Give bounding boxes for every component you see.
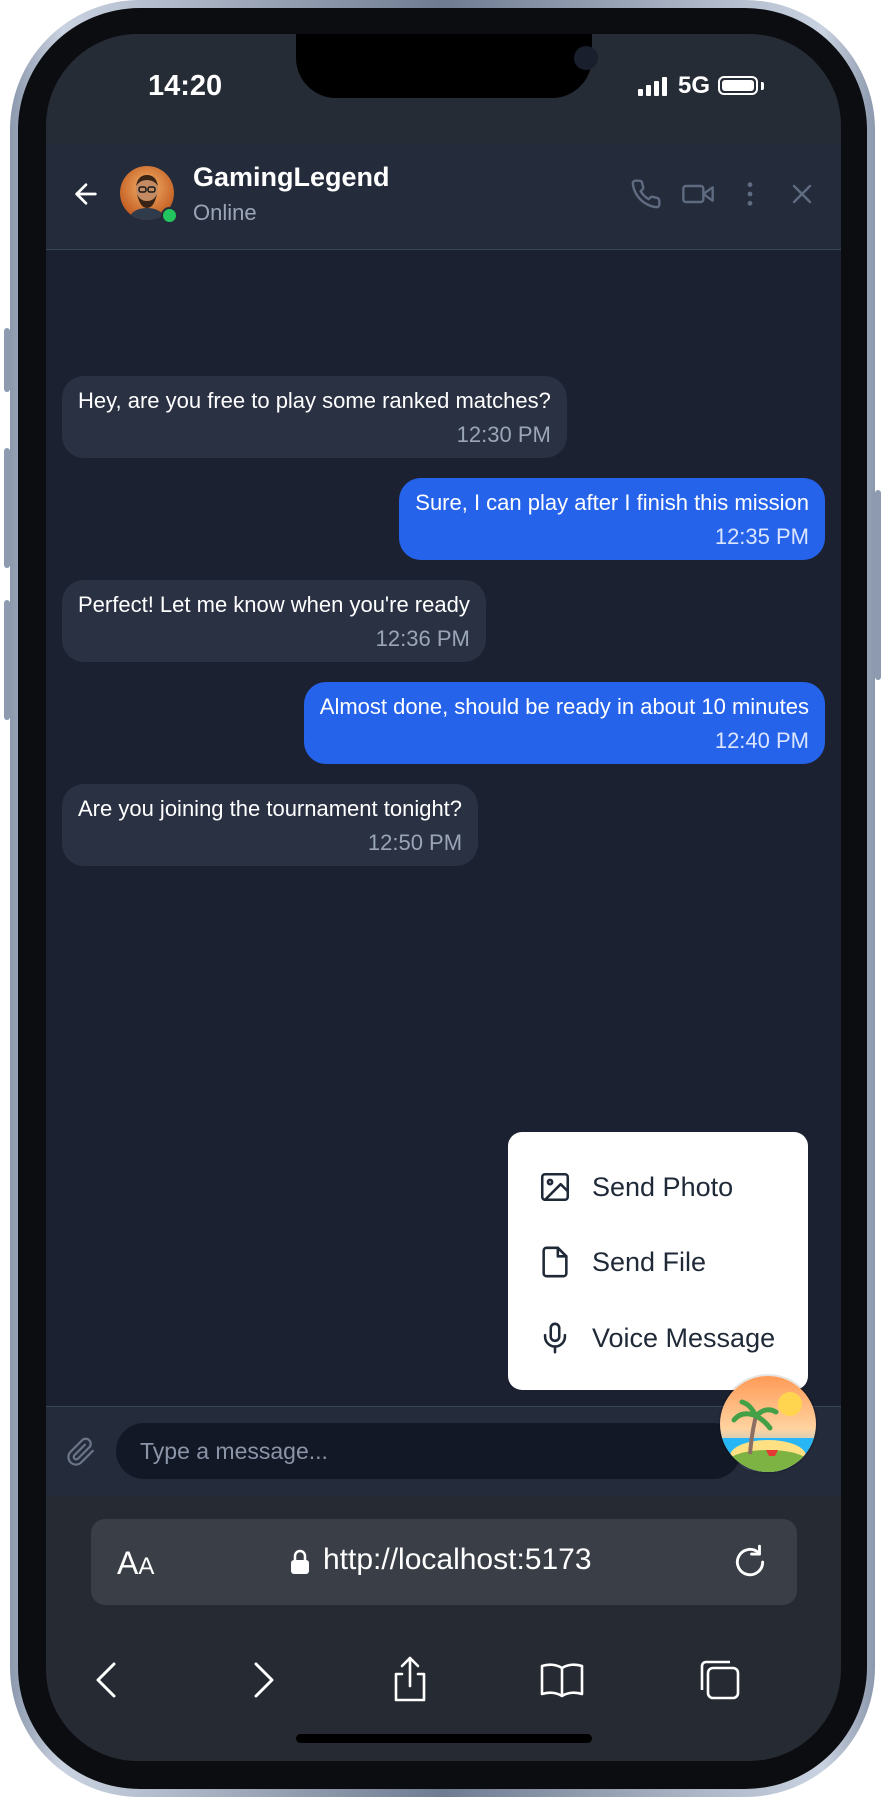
attachment-menu: Send Photo Send File Voice Message bbox=[508, 1132, 808, 1390]
side-button-power bbox=[875, 490, 881, 680]
phone-icon[interactable] bbox=[630, 178, 662, 210]
browser-forward-icon[interactable] bbox=[238, 1656, 286, 1704]
island-emoji-icon bbox=[720, 1376, 816, 1472]
status-time: 14:20 bbox=[148, 70, 223, 102]
contact-status: Online bbox=[193, 200, 257, 225]
message-text: Sure, I can play after I finish this mis… bbox=[415, 490, 809, 515]
menu-item-label: Send Photo bbox=[592, 1171, 734, 1202]
lock-icon bbox=[291, 1549, 309, 1574]
message-bubble-incoming: Hey, are you free to play some ranked ma… bbox=[62, 376, 567, 458]
battery-tip bbox=[761, 82, 764, 90]
message-time: 12:36 PM bbox=[375, 626, 470, 651]
signal-icon bbox=[638, 77, 667, 96]
message-time: 12:40 PM bbox=[714, 728, 809, 753]
file-icon bbox=[542, 1246, 568, 1278]
browser-chrome: AA http://localhost:5173 bbox=[46, 1496, 841, 1761]
menu-item-send-photo[interactable]: Send Photo bbox=[538, 1167, 733, 1207]
message-bubble-outgoing: Almost done, should be ready in about 10… bbox=[303, 682, 825, 764]
message-bubble-incoming: Are you joining the tournament tonight? … bbox=[62, 784, 479, 866]
reload-icon[interactable] bbox=[731, 1543, 769, 1581]
tabs-icon[interactable] bbox=[696, 1656, 744, 1704]
paperclip-icon[interactable] bbox=[66, 1437, 96, 1467]
side-button-volume-up bbox=[4, 448, 10, 568]
message-text: Are you joining the tournament tonight? bbox=[78, 796, 463, 821]
side-button-volume-down bbox=[4, 600, 10, 720]
home-indicator bbox=[296, 1734, 592, 1743]
message-time: 12:35 PM bbox=[714, 524, 809, 549]
url-text: http://localhost:5173 bbox=[323, 1543, 592, 1576]
attach-fab-button[interactable] bbox=[720, 1376, 816, 1472]
text-size-button[interactable]: AA bbox=[117, 1545, 154, 1582]
share-icon[interactable] bbox=[386, 1656, 434, 1704]
image-icon bbox=[540, 1172, 570, 1202]
browser-back-icon[interactable] bbox=[84, 1656, 132, 1704]
message-input[interactable] bbox=[116, 1423, 741, 1479]
menu-item-label: Voice Message bbox=[592, 1322, 776, 1353]
message-time: 12:50 PM bbox=[367, 830, 463, 855]
chat-header: GamingLegend Online bbox=[46, 144, 841, 250]
address-bar[interactable]: AA http://localhost:5173 bbox=[91, 1519, 797, 1605]
phone-screen: 14:20 5G GamingLegend Online Hey, are yo… bbox=[46, 34, 841, 1761]
message-time: 12:30 PM bbox=[456, 422, 551, 447]
side-button-action bbox=[4, 328, 10, 392]
message-bubble-outgoing: Sure, I can play after I finish this mis… bbox=[399, 478, 825, 560]
front-camera bbox=[574, 46, 598, 70]
message-text: Perfect! Let me know when you're ready bbox=[78, 592, 470, 617]
more-vertical-icon[interactable] bbox=[734, 178, 766, 210]
close-icon[interactable] bbox=[786, 178, 818, 210]
menu-item-voice-message[interactable]: Voice Message bbox=[538, 1318, 775, 1358]
menu-item-label: Send File bbox=[592, 1246, 707, 1277]
online-indicator bbox=[161, 207, 178, 224]
message-text: Hey, are you free to play some ranked ma… bbox=[78, 388, 551, 413]
menu-item-send-file[interactable]: Send File bbox=[538, 1242, 706, 1282]
video-icon[interactable] bbox=[682, 178, 714, 210]
message-text: Almost done, should be ready in about 10… bbox=[319, 694, 809, 719]
contact-name: GamingLegend bbox=[193, 162, 390, 192]
microphone-icon bbox=[543, 1322, 567, 1354]
network-type: 5G bbox=[678, 72, 711, 99]
message-bubble-incoming: Perfect! Let me know when you're ready 1… bbox=[62, 580, 486, 662]
back-arrow-icon[interactable] bbox=[70, 178, 102, 210]
status-bar: 14:20 5G bbox=[46, 34, 841, 144]
bookmarks-icon[interactable] bbox=[538, 1656, 586, 1704]
battery-icon bbox=[718, 76, 758, 95]
dynamic-island bbox=[296, 34, 598, 98]
